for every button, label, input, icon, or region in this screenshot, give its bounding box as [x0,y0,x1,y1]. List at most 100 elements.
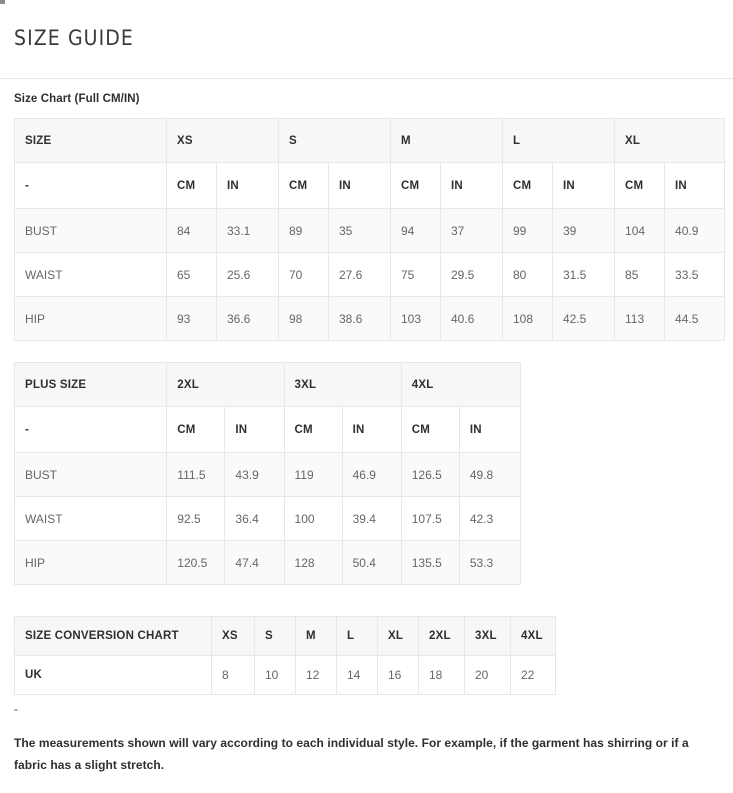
size-chart-bust-m-in: 37 [440,208,503,253]
size-conversion-uk-l: 14 [336,655,378,695]
size-conversion-uk-s: 10 [254,655,296,695]
plus-size-hip-3xl-in: 50.4 [341,540,402,585]
plus-size-waist-3xl-cm: 100 [283,496,343,541]
size-conversion-chart-table: SIZE CONVERSION CHART XS S M L XL 2XL 3X… [14,616,556,695]
plus-size-unit-2xl-cm: CM [166,406,226,453]
size-chart-unit-s-in: IN [328,162,391,209]
plus-size-unit-3xl-cm: CM [283,406,343,453]
size-chart-unit-m-in: IN [440,162,503,209]
table-row: HIP 93 36.6 98 38.6 103 40.6 108 42.5 11… [14,296,726,341]
size-chart-size-xs: XS [166,118,279,163]
size-chart-hip-s-in: 38.6 [328,296,391,341]
size-chart-corner-label: SIZE [14,118,167,163]
size-chart-row-label-hip: HIP [14,296,167,341]
size-conversion-col-s: S [254,616,296,656]
size-chart-header-row: SIZE XS S M L XL [14,118,726,163]
size-conversion-col-xs: XS [211,616,255,656]
size-chart-hip-xs-in: 36.6 [216,296,279,341]
size-conversion-uk-m: 12 [295,655,337,695]
plus-size-waist-4xl-cm: 107.5 [400,496,460,541]
corner-artifact [0,0,5,4]
plus-size-bust-3xl-in: 46.9 [341,452,402,497]
plus-size-bust-2xl-in: 43.9 [224,452,285,497]
plus-size-waist-2xl-cm: 92.5 [166,496,226,541]
size-chart-waist-l-in: 31.5 [551,252,616,297]
size-conversion-col-2xl: 2XL [418,616,465,656]
plus-size-hip-2xl-in: 47.4 [224,540,285,585]
size-chart-hip-m-in: 40.6 [440,296,503,341]
size-conversion-corner-label: SIZE CONVERSION CHART [14,616,212,656]
size-chart-bust-xl-cm: 104 [614,208,666,253]
size-chart-waist-m-cm: 75 [390,252,441,297]
plus-size-size-2xl: 2XL [166,362,285,407]
plus-size-bust-4xl-in: 49.8 [458,452,522,497]
size-conversion-uk-xl: 16 [377,655,419,695]
size-conversion-uk-xs: 8 [211,655,255,695]
size-conversion-col-xl: XL [377,616,419,656]
footer-dash: - [14,704,18,716]
plus-size-chart-table: PLUS SIZE 2XL 3XL 4XL - CM IN CM IN CM I… [13,362,522,585]
size-chart-unit-s-cm: CM [278,162,329,209]
size-chart-bust-xl-in: 40.9 [664,208,726,253]
size-guide-page: SIZE GUIDE Size Chart (Full CM/IN) SIZE … [0,0,733,793]
plus-size-unit-2xl-in: IN [224,406,285,453]
size-chart-bust-s-cm: 89 [278,208,329,253]
plus-size-waist-3xl-in: 39.4 [341,496,402,541]
plus-size-hip-4xl-cm: 135.5 [400,540,460,585]
size-chart-hip-l-cm: 108 [502,296,553,341]
size-chart-row-label-bust: BUST [14,208,167,253]
size-chart-section-label: Size Chart (Full CM/IN) [14,93,140,105]
size-conversion-uk-2xl: 18 [418,655,465,695]
size-chart-bust-xs-in: 33.1 [216,208,279,253]
size-chart-units-row: - CM IN CM IN CM IN CM IN CM IN [14,162,726,209]
size-conversion-uk-3xl: 20 [464,655,511,695]
size-conversion-col-4xl: 4XL [510,616,556,656]
size-chart-unit-xl-in: IN [664,162,726,209]
size-chart-waist-xl-in: 33.5 [664,252,726,297]
size-conversion-header-row: SIZE CONVERSION CHART XS S M L XL 2XL 3X… [14,616,556,656]
size-chart-bust-m-cm: 94 [390,208,441,253]
table-row: BUST 84 33.1 89 35 94 37 99 39 104 40.9 [14,208,726,253]
plus-size-row-label-hip: HIP [13,540,168,585]
plus-size-hip-3xl-cm: 128 [283,540,343,585]
size-chart-hip-xl-in: 44.5 [664,296,726,341]
size-chart-hip-l-in: 42.5 [551,296,616,341]
size-chart-body: SIZE XS S M L XL - CM IN CM IN CM IN CM … [14,118,726,341]
size-chart-waist-xl-cm: 85 [614,252,666,297]
title-divider [0,78,733,79]
plus-size-corner-label: PLUS SIZE [13,362,168,407]
table-row: WAIST 92.5 36.4 100 39.4 107.5 42.3 [13,496,522,541]
size-chart-hip-xl-cm: 113 [614,296,666,341]
size-conversion-row-label-uk: UK [14,655,212,695]
table-row: WAIST 65 25.6 70 27.6 75 29.5 80 31.5 85… [14,252,726,297]
plus-size-bust-4xl-cm: 126.5 [400,452,460,497]
size-chart-bust-s-in: 35 [328,208,391,253]
plus-size-row-label-bust: BUST [13,452,168,497]
size-chart-size-l: L [501,118,616,163]
plus-size-size-4xl: 4XL [400,362,522,407]
plus-size-bust-2xl-cm: 111.5 [166,452,226,497]
size-chart-waist-xs-cm: 65 [166,252,217,297]
plus-size-chart-body: PLUS SIZE 2XL 3XL 4XL - CM IN CM IN CM I… [13,362,522,585]
size-chart-size-s: S [278,118,391,163]
size-conversion-col-m: M [295,616,337,656]
size-chart-waist-l-cm: 80 [502,252,553,297]
size-chart-size-xl: XL [614,118,726,163]
plus-size-waist-2xl-in: 36.4 [224,496,285,541]
size-chart-size-m: M [390,118,503,163]
plus-size-unit-3xl-in: IN [341,406,402,453]
size-chart-hip-s-cm: 98 [278,296,329,341]
plus-size-unit-4xl-cm: CM [400,406,460,453]
size-chart-unit-l-in: IN [551,162,616,209]
size-chart-row-label-waist: WAIST [14,252,167,297]
plus-size-unit-4xl-in: IN [458,406,522,453]
plus-size-waist-4xl-in: 42.3 [458,496,522,541]
plus-size-header-row: PLUS SIZE 2XL 3XL 4XL [13,362,522,407]
size-chart-hip-xs-cm: 93 [166,296,217,341]
size-chart-hip-m-cm: 103 [390,296,441,341]
plus-size-hip-2xl-cm: 120.5 [166,540,226,585]
table-row: HIP 120.5 47.4 128 50.4 135.5 53.3 [13,540,522,585]
size-conversion-body: SIZE CONVERSION CHART XS S M L XL 2XL 3X… [14,616,556,695]
size-chart-waist-s-in: 27.6 [328,252,391,297]
plus-size-units-dash: - [13,406,168,453]
